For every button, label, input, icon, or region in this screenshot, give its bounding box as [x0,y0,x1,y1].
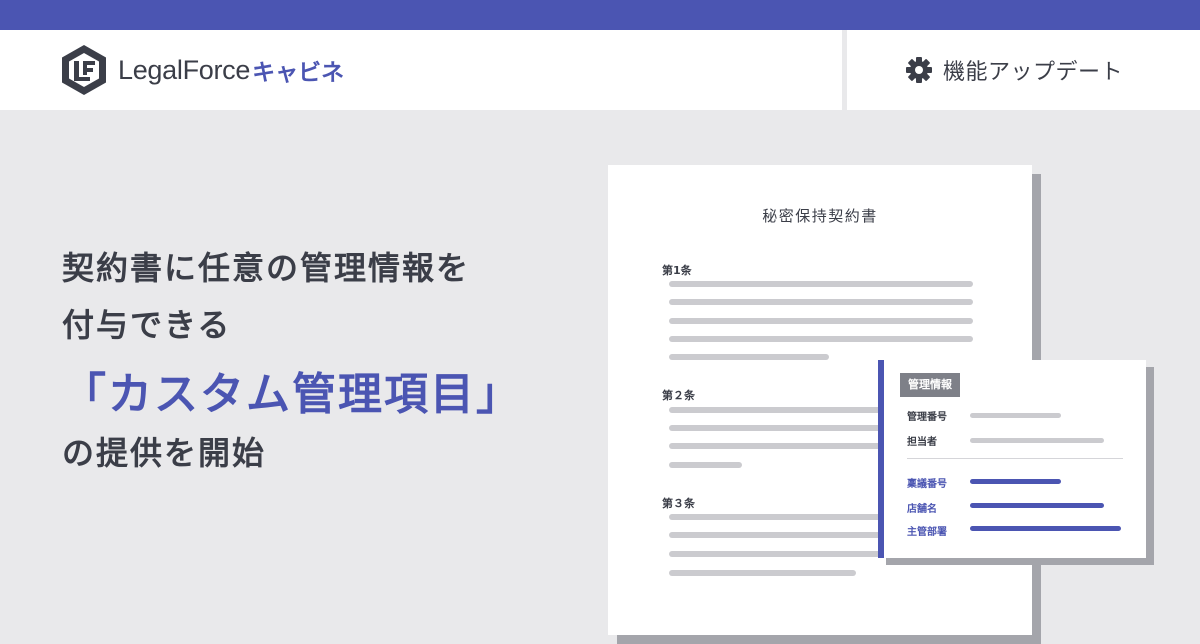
headline-line-4: の提供を開始 [62,434,267,472]
gear-icon [906,57,932,83]
article-heading: 第３条 [662,497,695,510]
text-placeholder-line [669,532,889,538]
text-placeholder-line [669,281,973,287]
logo-wordmark: LegalForce [118,54,251,85]
header-divider [842,30,847,110]
text-placeholder-line [669,425,889,431]
management-info-card: 管理情報 管理番号 担当者 稟議番号 店舗名 主管部署 [878,360,1146,558]
custom-field-value [970,479,1061,484]
custom-field-label: 稟議番号 [907,479,947,490]
logo-mark-icon [62,45,106,95]
field-value-placeholder [970,438,1104,443]
document-title: 秘密保持契約書 [762,207,878,225]
text-placeholder-line [669,407,889,413]
text-placeholder-line [669,299,973,305]
text-placeholder-line [669,570,856,576]
field-label: 担当者 [907,437,937,448]
card-tag: 管理情報 [900,373,960,397]
text-placeholder-line [669,336,973,342]
brand-logo[interactable]: LegalForce キャビネ [60,44,344,96]
headline-feature-name: 「カスタム管理項目」 [62,369,522,420]
text-placeholder-line [669,354,829,360]
field-label: 管理番号 [907,412,947,423]
headline-line-2: 付与できる [62,306,232,344]
text-placeholder-line [669,318,973,324]
custom-field-label: 店舗名 [907,504,937,515]
text-placeholder-line [669,443,889,449]
card-divider [907,458,1123,459]
article-heading: 第1条 [662,264,692,277]
top-accent-bar [0,0,1200,30]
custom-field-label: 主管部署 [907,527,947,538]
custom-field-value [970,526,1121,531]
field-value-placeholder [970,413,1061,418]
custom-field-value [970,503,1104,508]
text-placeholder-line [669,551,889,557]
feature-update-label: 機能アップデート [905,52,1123,88]
logo-product-name: キャビネ [252,60,345,86]
text-placeholder-line [669,462,742,468]
update-label-text: 機能アップデート [943,60,1124,85]
article-heading: 第２条 [662,389,695,402]
card-accent-bar [878,360,884,558]
text-placeholder-line [669,514,889,520]
headline-line-1: 契約書に任意の管理情報を [62,249,471,287]
